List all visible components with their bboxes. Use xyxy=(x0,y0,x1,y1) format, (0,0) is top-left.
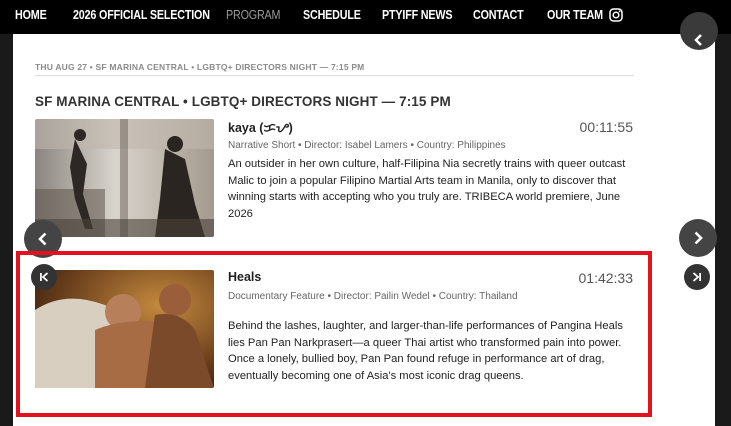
film-runtime: 00:11:55 xyxy=(579,119,633,135)
event-title: SF MARINA CENTRAL • LGBTQ+ DIRECTORS NIG… xyxy=(35,94,451,109)
chevron-left-icon xyxy=(694,34,702,46)
film-thumbnail[interactable] xyxy=(35,119,214,237)
nav-our-team[interactable]: OUR TEAM xyxy=(547,0,603,34)
film-still-image xyxy=(35,119,214,237)
nav-program[interactable]: PROGRAM xyxy=(226,0,281,34)
top-navigation: HOME 2026 OFFICIAL SELECTION PROGRAM SCH… xyxy=(0,0,731,34)
film-description: An outsider in her own culture, half-Fil… xyxy=(228,158,626,220)
divider xyxy=(35,75,634,76)
page-gutter xyxy=(715,34,731,426)
nav-schedule[interactable]: SCHEDULE xyxy=(303,0,361,34)
selection-highlight xyxy=(16,251,652,417)
carousel-last-button[interactable] xyxy=(684,264,710,290)
nav-news[interactable]: PTYIFF NEWS xyxy=(382,0,453,34)
date-line: THU AUG 27 • SF MARINA CENTRAL • LGBTQ+ … xyxy=(35,62,365,72)
nav-official-selection[interactable]: 2026 OFFICIAL SELECTION xyxy=(73,0,210,34)
carousel-next-button[interactable] xyxy=(679,219,717,257)
chevron-right-icon xyxy=(694,231,703,245)
chevron-left-icon xyxy=(38,232,47,246)
film-item-kaya[interactable]: kaya (ᜃᜌ) 00:11:55 Narrative Short • Dir… xyxy=(35,119,635,239)
film-title[interactable]: kaya (ᜃᜌ) xyxy=(228,119,293,136)
carousel-prev-button-top[interactable] xyxy=(680,12,718,50)
nav-contact[interactable]: CONTACT xyxy=(473,0,524,34)
skip-to-last-icon xyxy=(692,272,701,282)
nav-home[interactable]: HOME xyxy=(15,0,47,34)
film-meta: Narrative Short • Director: Isabel Lamer… xyxy=(228,140,506,151)
instagram-icon[interactable] xyxy=(609,8,623,22)
